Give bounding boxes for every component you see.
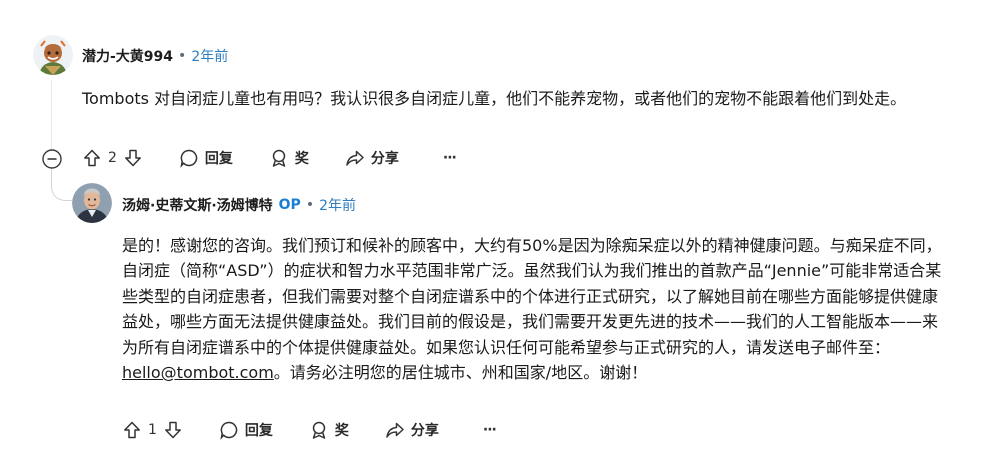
thread-branch bbox=[51, 170, 72, 201]
avatar[interactable] bbox=[33, 35, 73, 75]
downvote-icon[interactable] bbox=[163, 420, 183, 440]
comment-meta: 汤姆·史蒂文斯·汤姆博特 OP • 2年前 bbox=[122, 195, 356, 215]
username[interactable]: 潜力-大黄994 bbox=[82, 46, 173, 66]
comment-actions: 2 回复 奖 分享 ··· bbox=[82, 146, 457, 170]
more-label: ··· bbox=[482, 422, 497, 438]
timestamp[interactable]: 2年前 bbox=[191, 46, 228, 66]
reply-button[interactable]: 回复 bbox=[179, 148, 233, 168]
separator-dot: • bbox=[178, 48, 187, 64]
vote-count: 2 bbox=[108, 150, 117, 166]
comment-meta: 潜力-大黄994 • 2年前 bbox=[82, 46, 228, 66]
share-label: 分享 bbox=[410, 423, 439, 439]
downvote-icon[interactable] bbox=[123, 148, 143, 168]
comment-actions: 1 回复 奖 分享 ··· bbox=[122, 418, 497, 442]
share-label: 分享 bbox=[370, 151, 399, 167]
award-button[interactable]: 奖 bbox=[269, 148, 309, 168]
share-button[interactable]: 分享 bbox=[345, 148, 399, 168]
reply-label: 回复 bbox=[244, 423, 273, 439]
share-icon bbox=[345, 148, 365, 168]
award-icon bbox=[309, 420, 329, 440]
comment-icon bbox=[179, 148, 199, 168]
timestamp[interactable]: 2年前 bbox=[319, 195, 356, 215]
email-link[interactable]: hello@tombot.com bbox=[122, 363, 274, 382]
comment-body: 是的！感谢您的咨询。我们预订和候补的顾客中，大约有50%是因为除痴呆症以外的精神… bbox=[122, 233, 947, 385]
op-badge: OP bbox=[278, 197, 301, 213]
comment-icon bbox=[219, 420, 239, 440]
award-button[interactable]: 奖 bbox=[309, 420, 349, 440]
comment-body: Tombots 对自闭症儿童也有用吗？我认识很多自闭症儿童，他们不能养宠物，或者… bbox=[82, 89, 907, 108]
avatar[interactable] bbox=[72, 183, 112, 223]
separator-dot: • bbox=[305, 197, 315, 213]
more-icon[interactable]: ··· bbox=[442, 150, 457, 166]
reply-label: 回复 bbox=[204, 151, 233, 167]
upvote-icon[interactable] bbox=[82, 148, 102, 168]
reply-button[interactable]: 回复 bbox=[219, 420, 273, 440]
body-text-after-email: 。请务必注明您的居住城市、州和国家/地区。谢谢！ bbox=[273, 363, 648, 383]
award-icon bbox=[269, 148, 289, 168]
award-label: 奖 bbox=[294, 151, 309, 167]
award-label: 奖 bbox=[334, 423, 349, 439]
vote-count: 1 bbox=[148, 422, 157, 438]
more-icon[interactable]: ··· bbox=[482, 422, 497, 438]
body-text-before-email: 是的！感谢您的咨询。我们预订和候补的顾客中，大约有50%是因为除痴呆症以外的精神… bbox=[122, 236, 942, 357]
collapse-icon[interactable] bbox=[42, 149, 62, 169]
share-icon bbox=[385, 420, 405, 440]
more-label: ··· bbox=[442, 150, 457, 166]
share-button[interactable]: 分享 bbox=[385, 420, 439, 440]
username[interactable]: 汤姆·史蒂文斯·汤姆博特 bbox=[122, 195, 273, 215]
upvote-icon[interactable] bbox=[122, 420, 142, 440]
